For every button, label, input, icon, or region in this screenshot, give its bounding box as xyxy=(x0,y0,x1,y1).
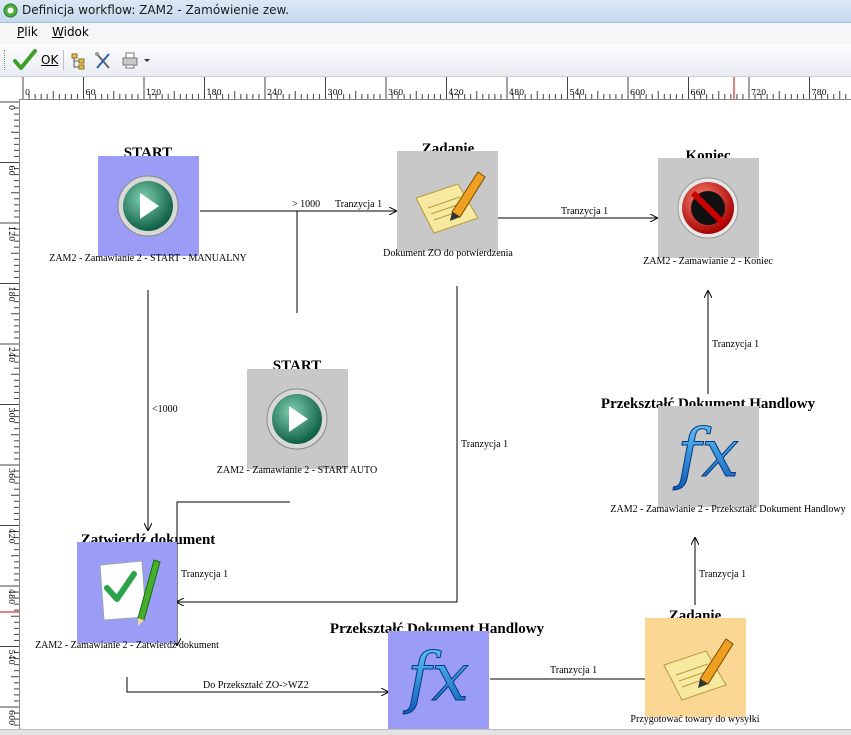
menu-plik-rest: lik xyxy=(24,25,38,39)
ruler-label: 360 xyxy=(388,88,403,97)
node-caption: Przygotować towary do wysyłki xyxy=(630,714,759,725)
play-icon xyxy=(117,175,179,237)
ruler-label: 60 xyxy=(86,88,96,97)
print-button[interactable] xyxy=(120,48,156,72)
ruler-label: 720 xyxy=(751,88,766,97)
tree-icon xyxy=(71,53,85,70)
svg-text:fx: fx xyxy=(402,639,469,716)
vertical-ruler: 0 60 120 180 240 300 360 420 480 540 600 xyxy=(0,99,20,729)
ruler-label: 180 xyxy=(7,287,16,302)
ruler-label: 300 xyxy=(7,408,16,423)
node-caption: ZAM2 - Zamawianie 2 - Przekształć Dokume… xyxy=(610,504,845,515)
ruler-label: 420 xyxy=(7,529,16,544)
toolbar-separator xyxy=(63,50,64,70)
ruler-label: 360 xyxy=(7,468,16,483)
toolbar: OK xyxy=(0,44,851,77)
edge-label-do-przeksztalc: Do Przekształć ZO->WZ2 xyxy=(203,680,309,691)
edge-label-start-zadanie: Tranzycja 1 xyxy=(335,199,382,210)
ruler-label: 180 xyxy=(207,88,222,97)
node-caption: ZAM2 - Zamawianie 2 - START - MANUALNY xyxy=(49,253,247,264)
ruler-label: 60 xyxy=(7,166,16,176)
app-icon xyxy=(3,3,18,18)
menu-widok-rest: idok xyxy=(63,25,89,39)
fx-icon: fx xyxy=(672,415,740,493)
tools-button[interactable] xyxy=(93,48,113,72)
ruler-label: 240 xyxy=(7,347,16,362)
ruler-corner xyxy=(0,77,20,100)
ruler-label: 600 xyxy=(7,710,16,725)
edge-label-przeksztalc-zadanie: Tranzycja 1 xyxy=(550,665,597,676)
edge-label-przeksztalc-koniec: Tranzycja 1 xyxy=(712,339,759,350)
horizontal-scrollbar[interactable] xyxy=(0,729,851,735)
ruler-label: 0 xyxy=(25,88,30,97)
horizontal-ruler: 0 60 120 180 240 300 360 420 480 540 600 660 720 780 xyxy=(19,77,851,100)
tree-view-button[interactable] xyxy=(69,48,89,72)
ruler-label: 600 xyxy=(630,88,645,97)
ruler-label: 480 xyxy=(7,589,16,604)
workflow-canvas[interactable]: > 1000 Tranzycja 1 Tranzycja 1 <1000 Tra… xyxy=(20,100,851,729)
ruler-label: 780 xyxy=(812,88,827,97)
menu-widok[interactable]: Widok xyxy=(52,25,89,39)
menu-plik[interactable]: Plik xyxy=(17,25,38,39)
node-caption: ZAM2 - Zamawianie 2 - Koniec xyxy=(643,256,773,267)
window-title: Definicja workflow: ZAM2 - Zamówienie ze… xyxy=(22,3,290,17)
menu-widok-accel: W xyxy=(52,25,64,39)
play-icon xyxy=(266,388,328,450)
svg-text:fx: fx xyxy=(672,415,739,492)
node-caption: ZAM2 - Zamawianie 2 - START AUTO xyxy=(217,465,377,476)
ruler-label: 540 xyxy=(7,650,16,665)
node-caption: Dokument ZO do potwierdzenia xyxy=(383,248,513,259)
edges xyxy=(126,211,708,692)
ruler-label: 0 xyxy=(7,105,16,110)
node-start-manual[interactable]: START ZAM2 - Zamawianie 2 - START - MANU… xyxy=(49,145,247,264)
node-caption: ZAM2 - Zamawianie 2 - Zatwierdź dokument xyxy=(35,640,219,651)
ruler-label: 660 xyxy=(691,88,706,97)
node-koniec[interactable]: Koniec ZAM2 - Zamawianie 2 - Koniec xyxy=(643,148,773,267)
node-zadanie-top[interactable]: Zadanie Dokument ZO do potwierdzenia xyxy=(383,141,513,259)
edge-label-gt1000: > 1000 xyxy=(292,199,320,210)
stop-icon xyxy=(677,177,739,239)
menu-bar: Plik Widok xyxy=(0,23,851,43)
ruler-label: 240 xyxy=(267,88,282,97)
edge-label-lt1000: <1000 xyxy=(152,404,178,415)
toolbar-grip[interactable] xyxy=(4,50,8,70)
ok-label[interactable]: OK xyxy=(41,53,58,67)
ruler-label: 300 xyxy=(328,88,343,97)
edge-label-zadanie-zatwierdz: Tranzycja 1 xyxy=(461,439,508,450)
ruler-label: 540 xyxy=(570,88,585,97)
horizontal-ruler-scale: 0 60 120 180 240 300 360 420 480 540 600 660 720 780 xyxy=(22,77,847,99)
ruler-label: 420 xyxy=(449,88,464,97)
node-zatwierdz-dokument[interactable]: Zatwierdź dokument ZAM2 - Zamawianie 2 -… xyxy=(35,532,219,651)
chevron-down-icon xyxy=(144,59,150,62)
ruler-label: 480 xyxy=(509,88,524,97)
workflow-diagram: > 1000 Tranzycja 1 Tranzycja 1 <1000 Tra… xyxy=(35,141,846,729)
printer-icon xyxy=(122,52,150,69)
edge-label-auto-zatwierdz: Tranzycja 1 xyxy=(181,569,228,580)
ruler-label: 120 xyxy=(7,226,16,241)
ruler-label: 120 xyxy=(146,88,161,97)
checkmark-icon xyxy=(13,49,37,70)
node-zadanie-bottom[interactable]: Zadanie Przygotować towary do wysyłki xyxy=(630,608,759,725)
vertical-ruler-scale: 0 60 120 180 240 300 360 420 480 540 600 xyxy=(0,101,19,726)
node-start-auto[interactable]: START ZAM2 - Zamawianie 2 - START AUTO xyxy=(217,358,377,476)
node-przeksztalc-bottom[interactable]: Przekształć Dokument Handlowy fx xyxy=(330,621,545,729)
title-bar: Definicja workflow: ZAM2 - Zamówienie ze… xyxy=(0,0,851,23)
edge-label-zadanie-koniec: Tranzycja 1 xyxy=(561,206,608,217)
node-przeksztalc-right[interactable]: Przekształć Dokument Handlowy fx ZAM2 - … xyxy=(601,396,846,515)
edge-label-zadanie-przeksztalc: Tranzycja 1 xyxy=(699,569,746,580)
fx-icon: fx xyxy=(402,639,470,717)
tools-icon xyxy=(95,52,110,69)
